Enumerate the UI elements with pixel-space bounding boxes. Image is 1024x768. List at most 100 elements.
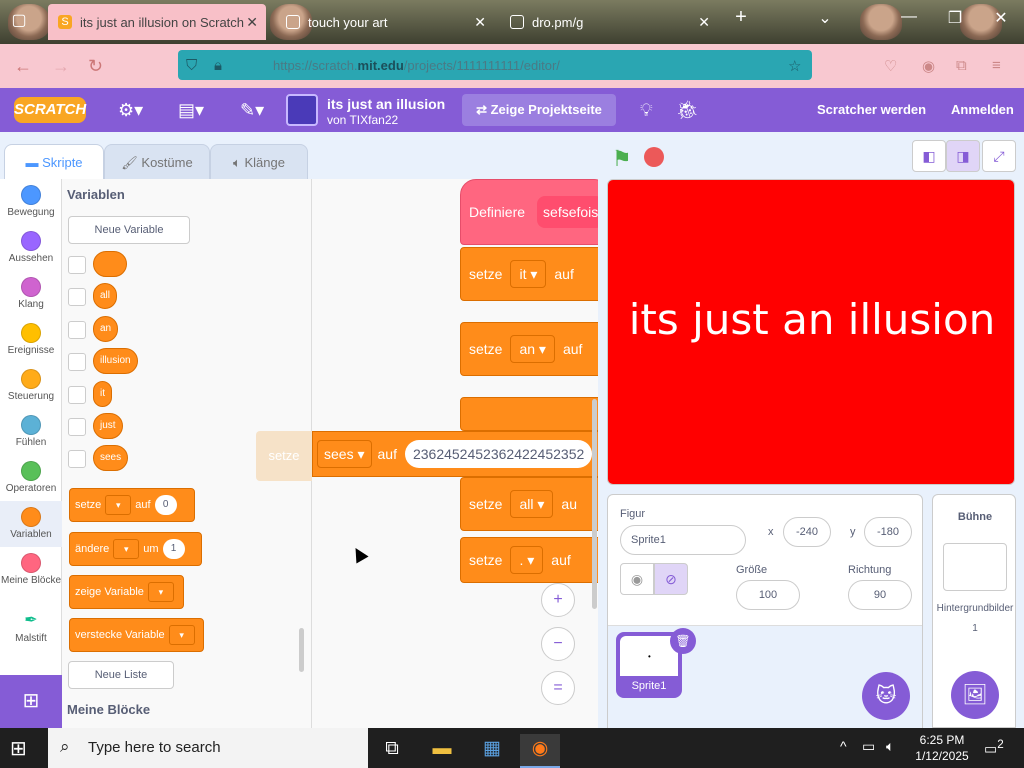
set-variable-block[interactable]: setze an ▾ auf (460, 322, 598, 376)
firefox-icon[interactable]: ◉ (520, 734, 560, 768)
zoom-out-button[interactable]: − (541, 627, 575, 661)
minimize-icon[interactable]: — (894, 8, 924, 26)
variable-dropdown[interactable]: ▾ (105, 495, 132, 515)
size-input[interactable]: 100 (736, 580, 800, 610)
green-flag-icon[interactable]: ⚑ (612, 146, 632, 172)
variable-checkbox[interactable] (68, 321, 86, 339)
variable-dropdown[interactable]: ▾ (113, 539, 140, 559)
show-variable-block[interactable]: zeige Variable ▾ (69, 575, 184, 609)
tab-sounds[interactable]: 🔈︎ Klänge (210, 144, 308, 180)
variable-reporter[interactable]: all (93, 283, 118, 309)
file-explorer-icon[interactable]: ▬ (422, 734, 462, 768)
variable-dropdown[interactable]: an ▾ (510, 335, 555, 363)
variable-reporter[interactable]: just (93, 413, 123, 439)
windows-start-icon[interactable]: ⊞ (10, 736, 27, 761)
stop-icon[interactable] (644, 147, 664, 167)
stage[interactable]: its just an illusion (607, 179, 1015, 485)
value-input[interactable]: 2362452452362422452352 (404, 440, 593, 468)
menu-icon[interactable]: ≡ (992, 57, 1001, 74)
variable-checkbox[interactable] (68, 288, 86, 306)
variable-reporter[interactable]: illusion (93, 348, 138, 374)
tab-touch-your-art[interactable]: touch your art ✕ (276, 4, 494, 40)
project-title[interactable]: its just an illusion (327, 96, 445, 112)
category-pen[interactable]: ✒︎ Malstift (0, 611, 62, 644)
lock-icon[interactable]: 🔒︎ (214, 57, 222, 74)
taskbar-search[interactable]: ⌕ Type here to search (48, 728, 368, 768)
define-block[interactable]: Definiere sefsefois (460, 179, 598, 245)
variable-dropdown[interactable]: sees ▾ (317, 440, 372, 468)
category-looks[interactable]: Aussehen (0, 231, 62, 264)
new-tab-button[interactable]: + (726, 6, 756, 29)
back-arrow-icon[interactable]: ← (14, 56, 32, 77)
script-area[interactable]: Definiere sefsefois setze it ▾ auf setze… (312, 179, 598, 728)
add-extension-button[interactable]: ⊞ (0, 675, 62, 728)
close-window-icon[interactable]: ✕ (986, 8, 1016, 28)
show-sprite-button[interactable]: ◉ (620, 563, 654, 595)
taskbar-clock[interactable]: 6:25 PM 1/12/2025 (914, 732, 970, 764)
variable-dropdown[interactable]: it ▾ (510, 260, 547, 288)
notification-icon[interactable]: ▭2 (984, 738, 1004, 758)
category-events[interactable]: Ereignisse (0, 323, 62, 356)
edit-menu-icon[interactable]: ✎▾ (240, 100, 264, 121)
stage-thumbnail[interactable] (943, 543, 1007, 591)
chevron-up-icon[interactable]: ^ (840, 738, 847, 754)
variable-reporter[interactable]: it (93, 381, 112, 407)
task-view-icon[interactable]: ⧉ (372, 734, 412, 768)
value-input[interactable]: 0 (154, 495, 177, 515)
category-sound[interactable]: Klang (0, 277, 62, 310)
shield-icon[interactable]: ⛉ (186, 57, 197, 74)
category-my-blocks[interactable]: Meine Blöcke (0, 553, 62, 586)
extensions-icon[interactable]: ⧉ (956, 57, 967, 74)
direction-input[interactable]: 90 (848, 580, 912, 610)
app-icon[interactable]: ▦ (472, 734, 512, 768)
join-scratch-button[interactable]: Scratcher werden (817, 102, 926, 117)
tab-costumes[interactable]: 🖌︎ Kostüme (104, 144, 210, 180)
category-variables[interactable]: Variablen (0, 501, 62, 547)
set-variable-block[interactable]: setze it ▾ auf (460, 247, 598, 301)
close-icon[interactable]: ✕ (246, 14, 258, 31)
delete-sprite-button[interactable]: 🗑︎ (670, 628, 696, 654)
set-variable-block[interactable]: setze . ▾ auf (460, 537, 598, 583)
variable-checkbox[interactable] (68, 386, 86, 404)
zoom-reset-button[interactable]: = (541, 671, 575, 705)
scratch-logo[interactable]: SCRATCH (14, 97, 86, 123)
variable-checkbox[interactable] (68, 450, 86, 468)
new-variable-button[interactable]: Neue Variable (68, 216, 190, 244)
hide-sprite-button[interactable]: ⊘ (654, 563, 688, 595)
palette-scrollbar[interactable] (299, 628, 304, 672)
change-variable-block[interactable]: ändere ▾ um 1 (69, 532, 202, 566)
category-motion[interactable]: Bewegung (0, 185, 62, 218)
add-backdrop-button[interactable]: 🖼︎ (951, 671, 999, 719)
forward-arrow-icon[interactable]: → (52, 56, 70, 77)
variable-dropdown[interactable]: ▾ (168, 625, 195, 645)
tab-dro-pm[interactable]: dro.pm/g ✕ (500, 4, 718, 40)
see-project-page-button[interactable]: ⇄ Zeige Projektseite (462, 94, 616, 126)
file-menu-icon[interactable]: ▤▾ (178, 100, 204, 121)
value-input[interactable]: 1 (162, 539, 185, 559)
maximize-icon[interactable]: ❐ (940, 8, 970, 28)
fullscreen-button[interactable]: ⤢ (982, 140, 1016, 172)
close-icon[interactable]: ✕ (474, 14, 486, 31)
variable-reporter[interactable]: sees (93, 445, 129, 471)
normal-stage-button[interactable]: ◨ (946, 140, 980, 172)
volume-icon[interactable]: 🔈︎ (886, 738, 894, 755)
reload-icon[interactable]: ↻ (88, 56, 103, 77)
zoom-in-button[interactable]: + (541, 583, 575, 617)
variable-reporter[interactable] (93, 251, 127, 277)
new-list-button[interactable]: Neue Liste (68, 661, 174, 689)
small-stage-button[interactable]: ◧ (912, 140, 946, 172)
star-icon[interactable]: ☆ (788, 57, 801, 75)
set-variable-block[interactable]: setze ▾ auf 0 (69, 488, 195, 522)
sprite-thumbnail[interactable]: • Sprite1 🗑︎ (616, 628, 696, 698)
tab-scratch-project[interactable]: S its just an illusion on Scratch ✕ (48, 4, 266, 40)
set-variable-block[interactable]: setze all ▾ au (460, 477, 598, 531)
pocket-icon[interactable]: ♡ (884, 57, 897, 75)
script-scrollbar[interactable] (592, 399, 597, 609)
category-control[interactable]: Steuerung (0, 369, 62, 402)
sprite-name-input[interactable]: Sprite1 (620, 525, 746, 555)
settings-gear-icon[interactable]: ⚙▾ (118, 100, 143, 121)
category-sensing[interactable]: Fühlen (0, 415, 62, 448)
variable-dropdown[interactable]: ▾ (147, 582, 174, 602)
variable-checkbox[interactable] (68, 256, 86, 274)
url-field[interactable]: https://scratch.mit.edu/projects/1111111… (178, 50, 812, 80)
